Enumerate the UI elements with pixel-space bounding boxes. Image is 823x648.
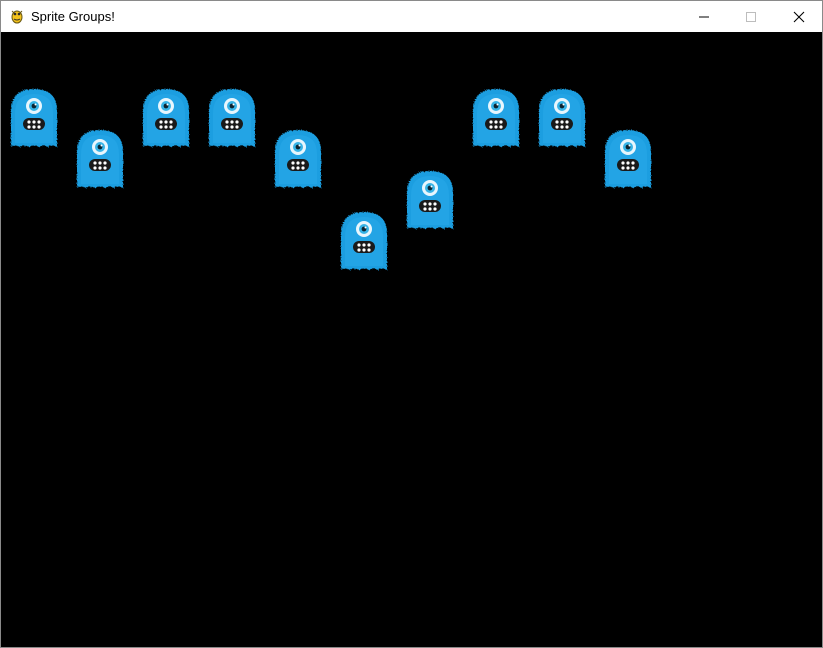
close-button[interactable] xyxy=(776,1,822,32)
monster-sprite xyxy=(467,85,525,151)
monster-sprite xyxy=(203,85,261,151)
monster-sprite xyxy=(269,126,327,192)
title-bar[interactable]: Sprite Groups! xyxy=(1,1,822,32)
monster-sprite xyxy=(533,85,591,151)
close-icon xyxy=(793,11,805,23)
maximize-button[interactable] xyxy=(728,1,774,32)
monster-sprite xyxy=(137,85,195,151)
monster-sprite xyxy=(71,126,129,192)
app-window: Sprite Groups! xyxy=(0,0,823,648)
window-title: Sprite Groups! xyxy=(31,9,115,24)
minimize-icon xyxy=(699,16,709,18)
monster-sprite xyxy=(5,85,63,151)
game-canvas[interactable] xyxy=(1,32,822,647)
monster-sprite xyxy=(599,126,657,192)
maximize-icon xyxy=(746,12,756,22)
minimize-button[interactable] xyxy=(681,1,727,32)
monster-sprite xyxy=(335,208,393,274)
monster-sprite xyxy=(401,167,459,233)
pygame-snake-icon xyxy=(9,8,25,24)
